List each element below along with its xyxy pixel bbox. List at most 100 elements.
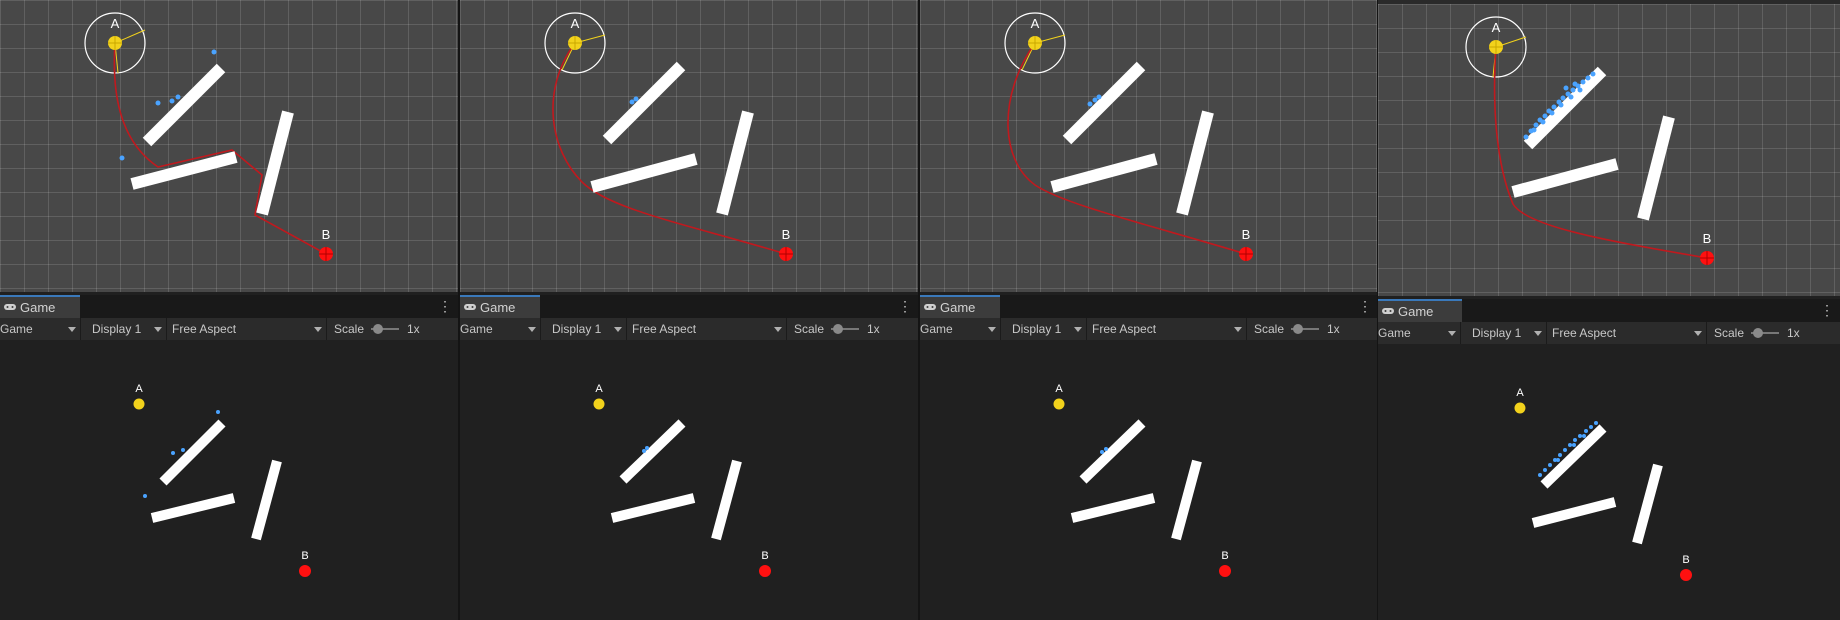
particle: [1568, 94, 1574, 100]
particle: [1563, 85, 1569, 91]
wall: [1176, 110, 1214, 216]
display-select[interactable]: Display 1: [86, 318, 167, 340]
wall: [1079, 419, 1146, 484]
game-toolbar: Game Display 1 Free Aspect Scale 1x: [0, 318, 458, 340]
particle: [1585, 75, 1591, 81]
kebab-icon[interactable]: ⋮: [438, 299, 452, 313]
wall: [716, 110, 754, 216]
wall: [1171, 459, 1202, 541]
game-toolbar: Game Display 1 Free Aspect Scale 1x: [920, 318, 1378, 340]
game-toolbar: Game Display 1 Free Aspect Scale 1x: [1378, 322, 1840, 344]
scene-view[interactable]: A B: [460, 0, 918, 292]
kebab-icon[interactable]: ⋮: [1820, 303, 1834, 317]
scale-slider-handle[interactable]: [833, 324, 843, 334]
game-canvas: A B: [1514, 387, 1692, 581]
game-tab-bar: Game ⋮: [1378, 299, 1840, 323]
game-mode-value: Game: [1378, 326, 1411, 340]
tab-game[interactable]: Game: [460, 295, 540, 319]
aspect-value: Free Aspect: [1092, 322, 1157, 336]
game-mode-select[interactable]: Game: [0, 318, 81, 340]
panel-divider[interactable]: [1377, 0, 1378, 620]
label-b: B: [1221, 550, 1228, 562]
panel-divider[interactable]: [458, 0, 460, 620]
particle: [155, 100, 161, 106]
wall: [1531, 497, 1617, 528]
chevron-down-icon: [1234, 327, 1242, 332]
particle: [181, 448, 185, 452]
game-mode-select[interactable]: Game: [920, 318, 1001, 340]
scale-label: Scale: [1254, 322, 1285, 336]
game-view[interactable]: A B: [460, 340, 918, 620]
goal-point-b: [299, 565, 311, 577]
display-value: Display 1: [552, 322, 602, 336]
particle: [143, 494, 147, 498]
scale-slider-handle[interactable]: [1293, 324, 1303, 334]
chevron-down-icon: [1448, 331, 1456, 336]
scale-value: 1x: [1787, 326, 1800, 340]
scene-canvas: A B: [1004, 12, 1253, 261]
wall: [1540, 424, 1607, 489]
aspect-select[interactable]: Free Aspect: [1087, 318, 1247, 340]
display-select[interactable]: Display 1: [1006, 318, 1087, 340]
display-select[interactable]: Display 1: [546, 318, 627, 340]
scale-value: 1x: [867, 322, 880, 336]
particle: [1572, 443, 1576, 447]
game-mode-value: Game: [460, 322, 493, 336]
particle: [1533, 122, 1539, 128]
display-value: Display 1: [1472, 326, 1522, 340]
particle: [1594, 421, 1598, 425]
label-b: B: [301, 550, 308, 562]
scene-view[interactable]: A B: [1378, 4, 1840, 296]
wall: [256, 110, 294, 216]
kebab-icon[interactable]: ⋮: [1358, 299, 1372, 313]
aspect-select[interactable]: Free Aspect: [1547, 322, 1707, 344]
editor-panel-3: A B Game ⋮ Game Display 1 Free Aspect Sc…: [920, 0, 1378, 620]
tab-game[interactable]: Game: [1378, 299, 1462, 323]
panel-divider[interactable]: [918, 0, 920, 620]
particle: [1563, 448, 1567, 452]
scene-canvas: A B: [544, 12, 793, 261]
aspect-select[interactable]: Free Aspect: [627, 318, 787, 340]
particle: [1540, 119, 1546, 125]
chevron-down-icon: [988, 327, 996, 332]
display-select[interactable]: Display 1: [1466, 322, 1547, 344]
scale-label: Scale: [334, 322, 365, 336]
gamepad-icon: [4, 304, 16, 310]
tab-game-label: Game: [480, 300, 516, 315]
particle: [1556, 458, 1560, 462]
tab-game[interactable]: Game: [0, 295, 80, 319]
game-view[interactable]: A B: [1378, 344, 1840, 620]
wall: [1062, 61, 1146, 145]
scene-view[interactable]: A B: [0, 0, 458, 292]
particle: [1551, 104, 1557, 110]
label-b: B: [1703, 231, 1712, 246]
particle: [1590, 71, 1596, 77]
game-view[interactable]: A B: [920, 340, 1378, 620]
scale-slider-handle[interactable]: [373, 324, 383, 334]
aspect-value: Free Aspect: [172, 322, 237, 336]
chevron-down-icon: [154, 327, 162, 332]
kebab-icon[interactable]: ⋮: [898, 299, 912, 313]
editor-panel-1: A B Game ⋮ Game Display 1 Free Aspect Sc…: [0, 0, 458, 620]
game-view[interactable]: A B: [0, 340, 458, 620]
game-mode-select[interactable]: Game: [1378, 322, 1461, 344]
goal-point-b: [1680, 569, 1692, 581]
label-b: B: [782, 227, 791, 242]
aspect-select[interactable]: Free Aspect: [167, 318, 327, 340]
particle: [1572, 81, 1578, 87]
chevron-down-icon: [774, 327, 782, 332]
chevron-down-icon: [614, 327, 622, 332]
particle: [216, 410, 220, 414]
wall: [602, 61, 686, 145]
wall: [1632, 463, 1663, 545]
game-tab-bar: Game ⋮: [920, 295, 1378, 319]
particle: [169, 98, 175, 104]
label-b: B: [322, 227, 331, 242]
scene-view[interactable]: A B: [920, 0, 1378, 292]
label-b: B: [1682, 554, 1689, 566]
game-mode-value: Game: [920, 322, 953, 336]
scale-slider-handle[interactable]: [1753, 328, 1763, 338]
tab-game[interactable]: Game: [920, 295, 1000, 319]
game-mode-select[interactable]: Game: [460, 318, 541, 340]
particle: [1549, 110, 1555, 116]
